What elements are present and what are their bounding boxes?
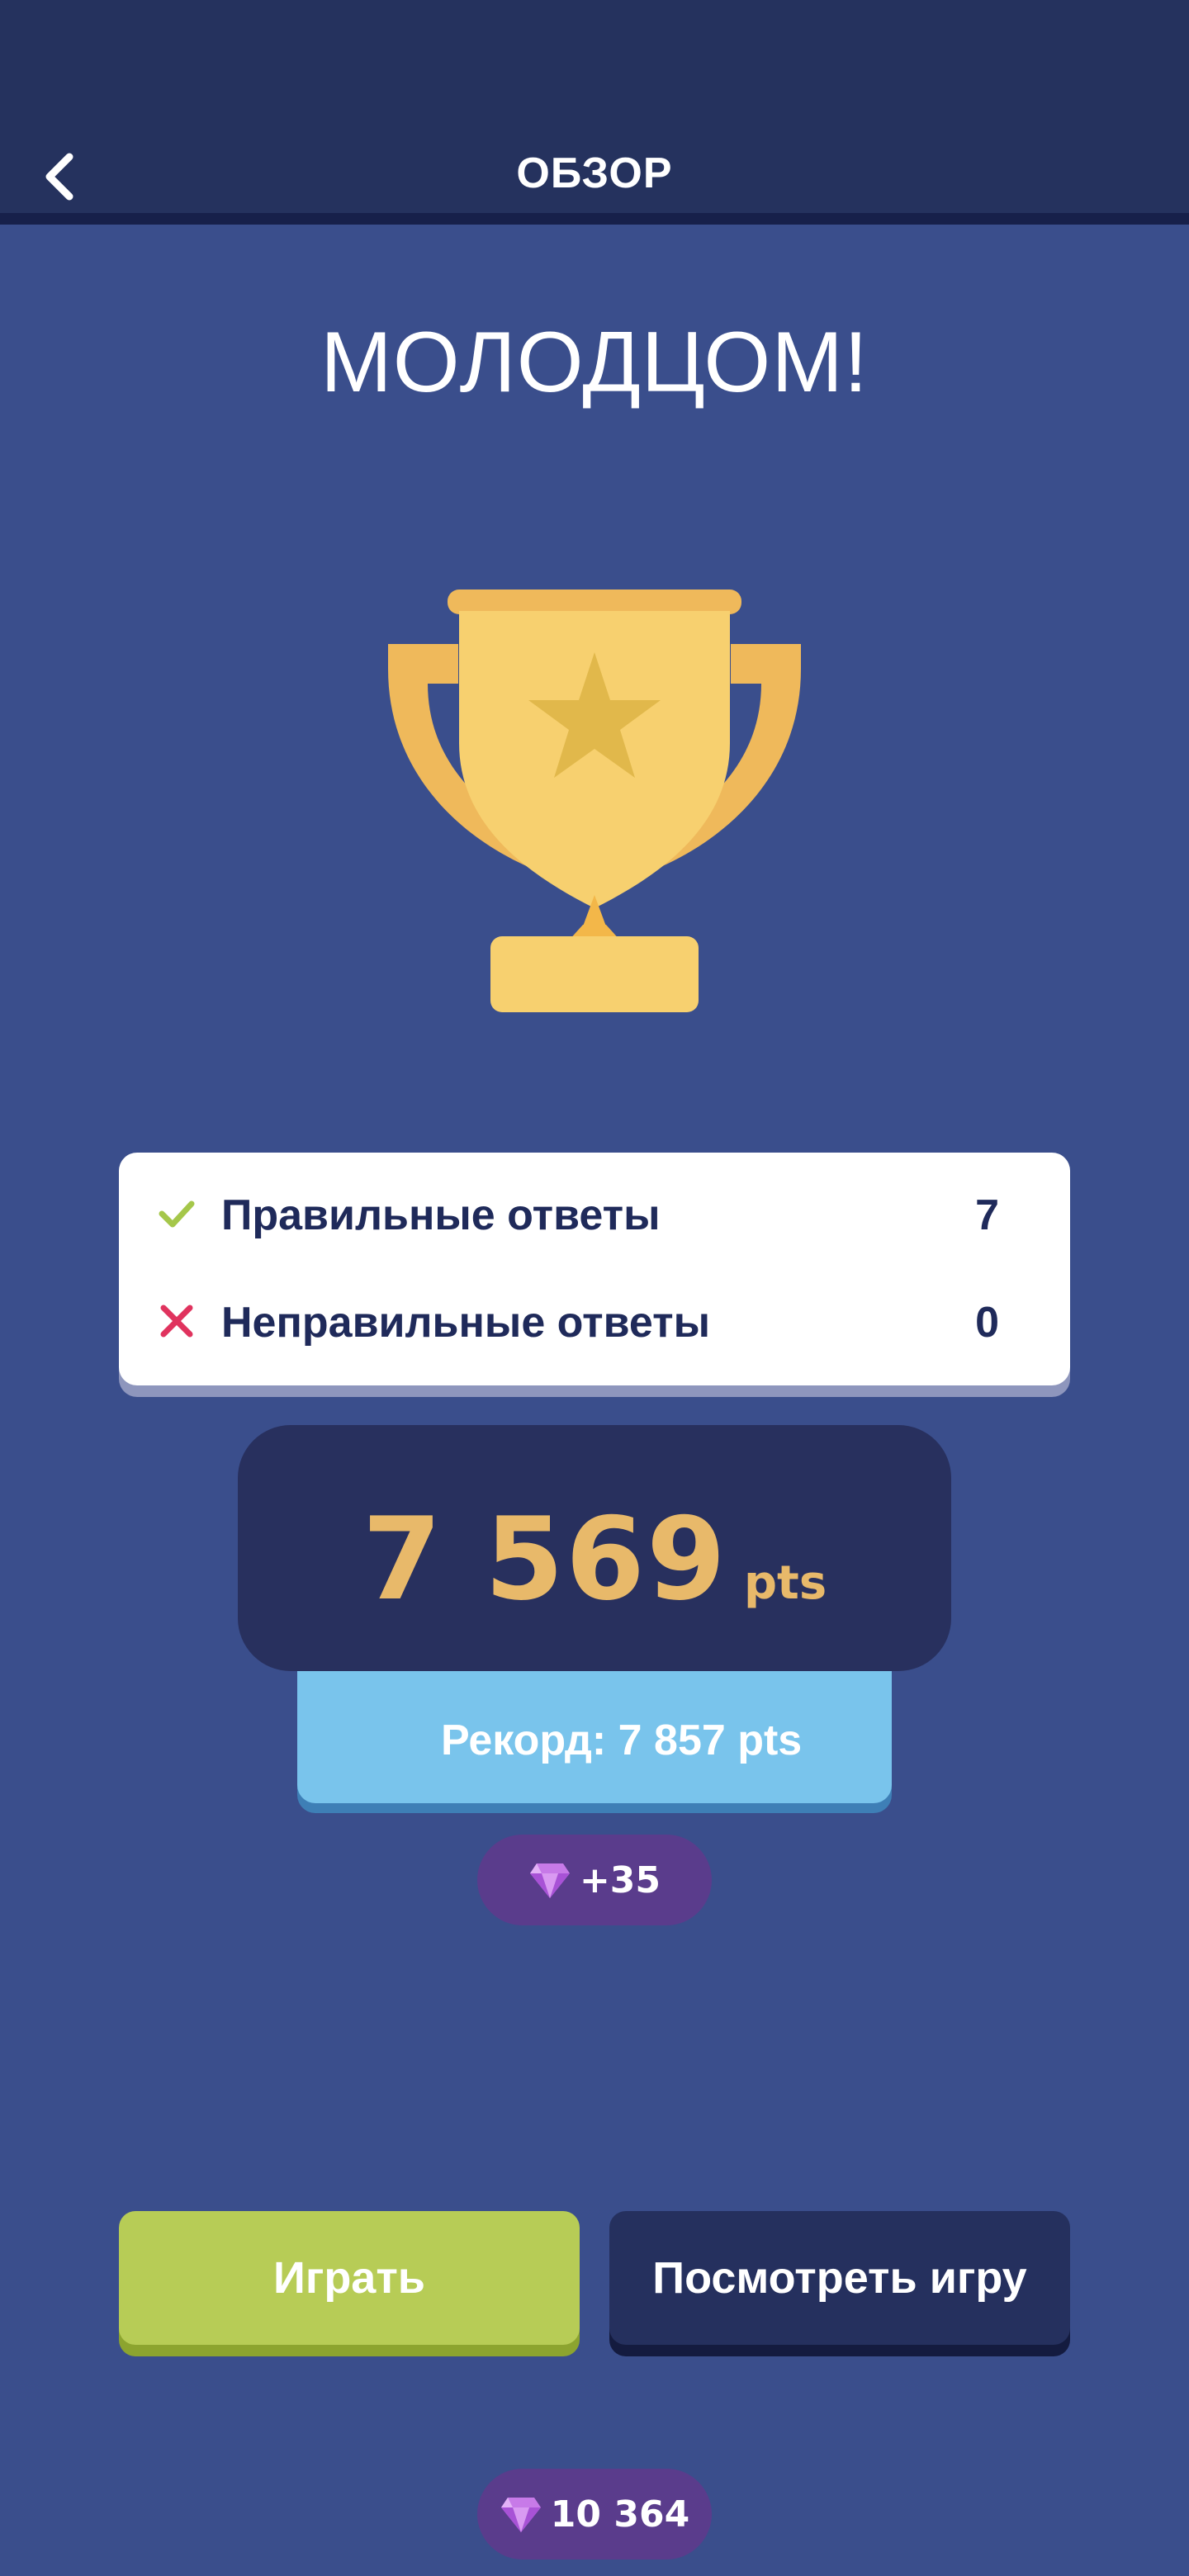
correct-answers-label: Правильные ответы: [221, 1191, 661, 1239]
wrong-answers-count: 0: [975, 1299, 999, 1347]
gems-total-value: 10 364: [550, 2493, 690, 2536]
score-value: 7 569: [362, 1493, 727, 1626]
gems-earned-badge: +35: [477, 1835, 712, 1925]
gem-icon: [529, 1863, 570, 1898]
gems-earned-value: +35: [579, 1859, 661, 1901]
score-box: 7 569 pts: [238, 1425, 951, 1671]
correct-answers-row: Правильные ответы 7: [119, 1172, 1070, 1255]
gems-total-badge[interactable]: 10 364: [477, 2469, 712, 2559]
record-box: Рекорд: 7 857 pts: [297, 1671, 892, 1803]
correct-answers-count: 7: [975, 1191, 999, 1239]
cross-icon: [160, 1305, 193, 1338]
headline-text: МОЛОДЦОМ!: [320, 315, 869, 410]
check-icon: [159, 1200, 195, 1228]
trophy-icon: [388, 590, 801, 1012]
results-card: Правильные ответы 7 Неправильные ответы …: [119, 1153, 1070, 1385]
record-label: Рекорд: 7 857 pts: [441, 1717, 803, 1764]
view-game-button[interactable]: Посмотреть игру: [609, 2211, 1070, 2345]
score-unit: pts: [743, 1556, 827, 1610]
gem-icon: [500, 2498, 541, 2532]
top-bar: ОБЗОР: [0, 0, 1189, 225]
score-display: 7 569 pts: [238, 1493, 951, 1626]
play-button[interactable]: Играть: [119, 2211, 580, 2345]
wrong-answers-row: Неправильные ответы 0: [119, 1280, 1070, 1362]
wrong-answers-label: Неправильные ответы: [221, 1299, 711, 1347]
page-title: ОБЗОР: [516, 149, 673, 197]
